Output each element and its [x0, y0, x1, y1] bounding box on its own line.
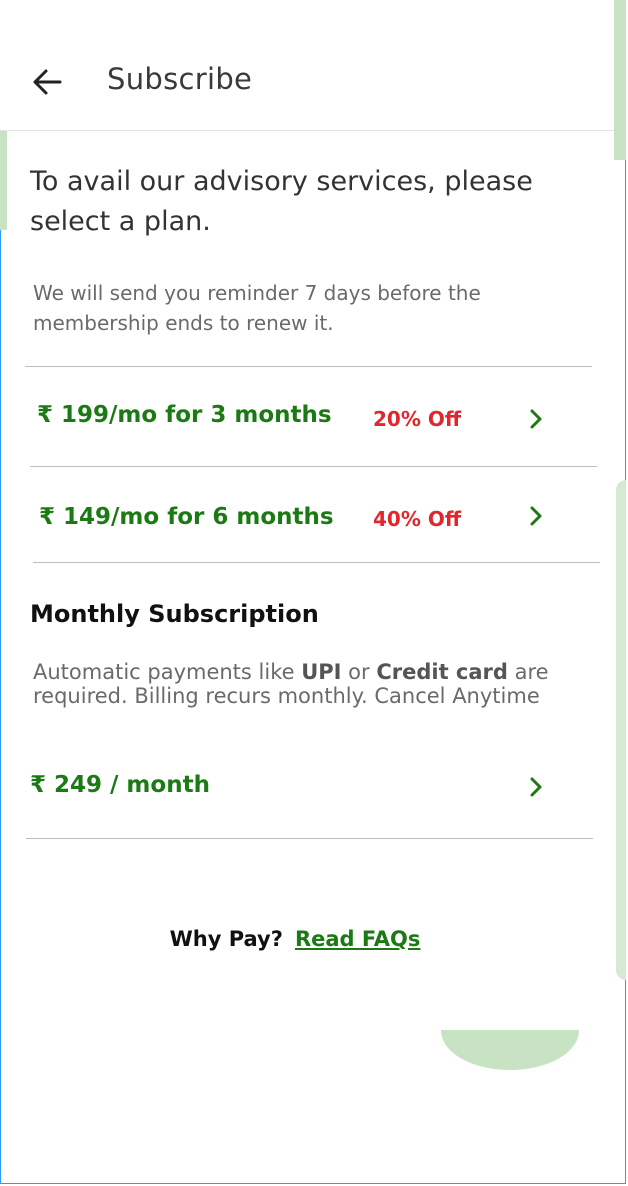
- plan-3-months[interactable]: ₹ 199/mo for 3 months 20% Off: [25, 368, 595, 466]
- monthly-subscription-description: Automatic payments like UPI or Credit ca…: [33, 660, 593, 708]
- divider: [30, 466, 597, 467]
- chevron-right-icon: [530, 506, 542, 526]
- plan-discount: 40% Off: [373, 507, 462, 531]
- app-header: Subscribe: [0, 0, 614, 131]
- page-title: Subscribe: [107, 62, 253, 96]
- decorative-blob-right: [616, 480, 626, 980]
- faq-section: Why Pay? Read FAQs: [0, 927, 590, 951]
- why-pay-label: Why Pay?: [169, 927, 283, 951]
- divider: [33, 562, 600, 563]
- arrow-left-icon: [33, 69, 62, 95]
- back-button[interactable]: [28, 62, 68, 102]
- desc-text: Automatic payments like: [33, 660, 302, 684]
- plan-discount: 20% Off: [373, 407, 462, 431]
- desc-text: or: [341, 660, 377, 684]
- plan-6-months[interactable]: ₹ 149/mo for 6 months 40% Off: [25, 468, 600, 562]
- plan-price: ₹ 149/mo for 6 months: [39, 504, 334, 530]
- read-faqs-link[interactable]: Read FAQs: [295, 927, 420, 951]
- monthly-subscription-title: Monthly Subscription: [30, 600, 319, 628]
- divider: [26, 838, 593, 839]
- plan-price: ₹ 249 / month: [30, 772, 210, 798]
- chevron-right-icon: [530, 777, 542, 797]
- plan-monthly[interactable]: ₹ 249 / month: [25, 740, 595, 836]
- decorative-blob-top-right: [614, 0, 626, 160]
- desc-upi: UPI: [301, 660, 342, 684]
- intro-text: To avail our advisory services, please s…: [30, 166, 533, 237]
- plan-price: ₹ 199/mo for 3 months: [37, 402, 332, 428]
- divider: [25, 366, 592, 367]
- reminder-text: We will send you reminder 7 days before …: [33, 281, 481, 335]
- chevron-right-icon: [530, 409, 542, 429]
- desc-credit-card: Credit card: [376, 660, 508, 684]
